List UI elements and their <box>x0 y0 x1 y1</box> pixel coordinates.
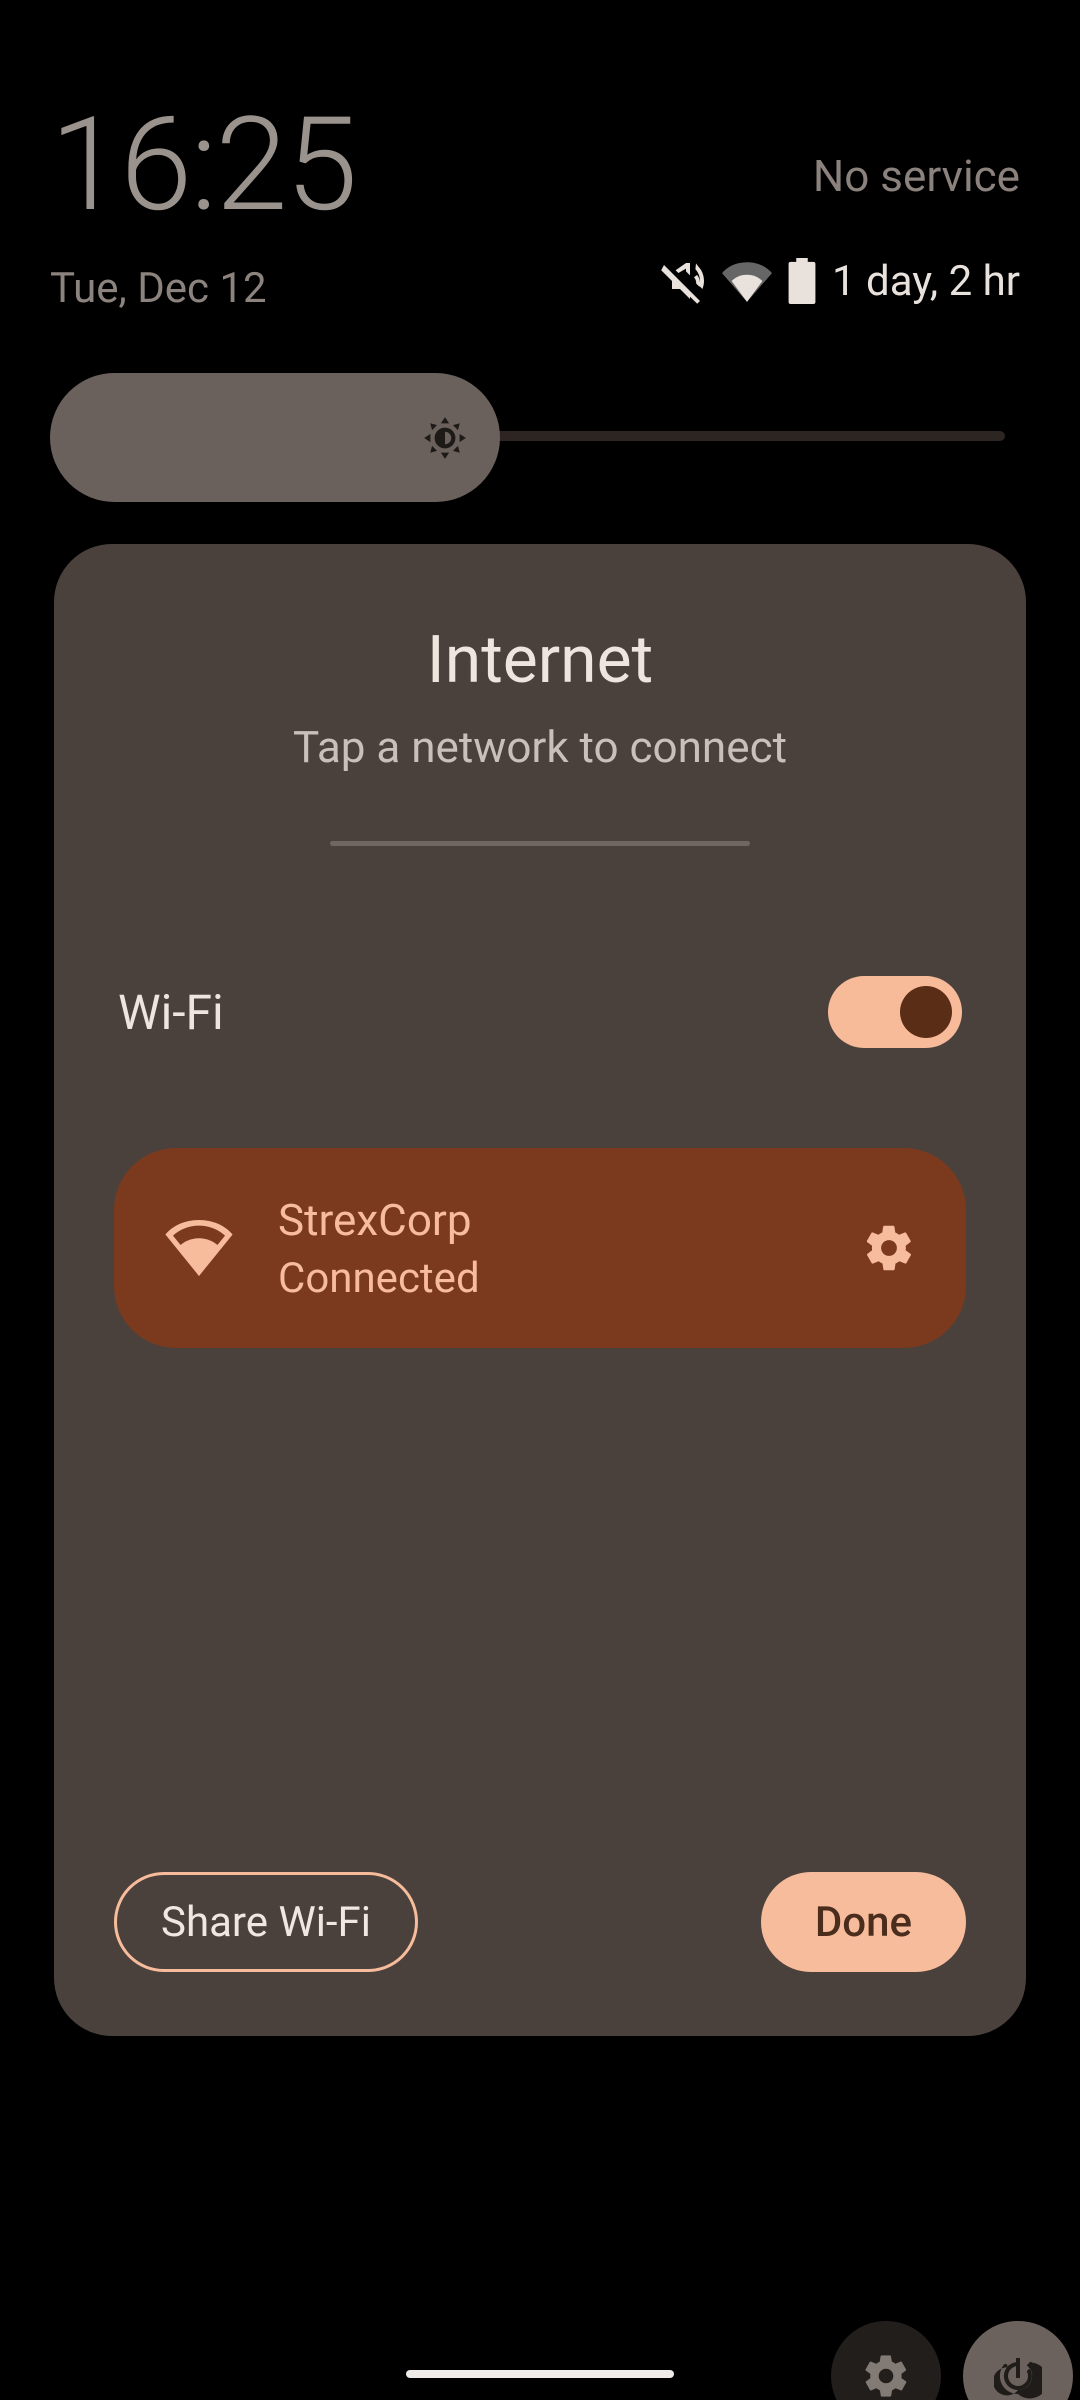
settings-button[interactable] <box>831 2321 941 2400</box>
internet-panel: Internet Tap a network to connect Wi-Fi … <box>54 544 1026 2036</box>
network-status: Connected <box>278 1254 862 1303</box>
panel-title: Internet <box>114 622 966 699</box>
share-wifi-button[interactable]: Share Wi-Fi <box>114 1872 418 1972</box>
wifi-toggle-row: Wi-Fi <box>114 976 966 1048</box>
wifi-partial-icon <box>164 1220 234 1276</box>
wifi-label: Wi-Fi <box>118 984 224 1041</box>
status-area: 16:25 No service Tue, Dec 12 1 day, 2 hr <box>0 0 1080 313</box>
battery-text: 1 day, 2 hr <box>832 257 1020 306</box>
panel-subtitle: Tap a network to connect <box>114 721 966 773</box>
wifi-toggle-switch[interactable] <box>828 976 962 1048</box>
network-text: StrexCorp Connected <box>278 1194 862 1303</box>
brightness-slider[interactable] <box>50 373 1005 502</box>
brightness-thumb[interactable] <box>50 373 500 502</box>
wifi-toggle-knob <box>900 986 952 1038</box>
network-row[interactable]: StrexCorp Connected <box>114 1148 966 1348</box>
panel-divider <box>330 841 750 846</box>
network-settings-button[interactable] <box>862 1221 916 1275</box>
status-icons: 1 day, 2 hr <box>658 256 1020 306</box>
wifi-status-icon <box>722 256 772 306</box>
done-button[interactable]: Done <box>761 1872 966 1972</box>
carrier-status: No service <box>813 150 1020 202</box>
power-button[interactable] <box>963 2321 1073 2400</box>
network-name: StrexCorp <box>278 1194 862 1246</box>
nav-handle[interactable] <box>406 2370 674 2378</box>
mute-icon <box>658 257 706 305</box>
battery-icon <box>788 258 816 304</box>
